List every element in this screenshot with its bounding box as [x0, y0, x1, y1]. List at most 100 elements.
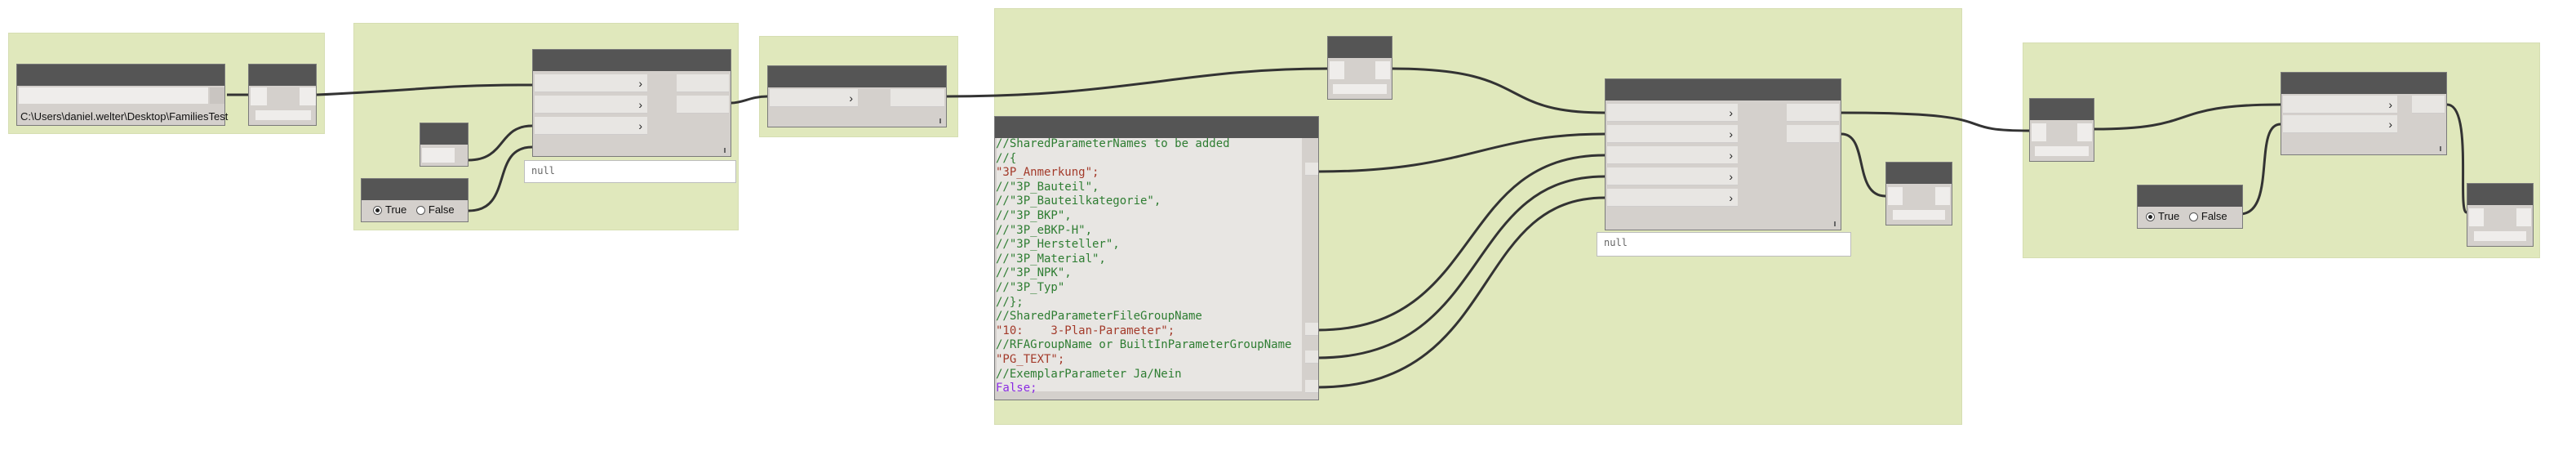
port-area [2077, 123, 2092, 141]
input-port-2[interactable]: › [2283, 115, 2397, 133]
wire-list-to-filter [731, 95, 768, 105]
chevron-right-icon: › [1729, 106, 1733, 119]
resize-grip-icon[interactable] [724, 148, 726, 153]
node-header [1606, 79, 1841, 100]
wire-node-to-list [316, 83, 533, 96]
code-line: //"3P_BKP", [996, 208, 1072, 222]
code-line: //"3P_Hersteller", [996, 238, 1120, 252]
resize-grip-icon[interactable] [1834, 221, 1836, 226]
radio-false-label: False [2201, 210, 2227, 222]
output-node-b[interactable] [2467, 183, 2534, 247]
port-area [2032, 123, 2046, 141]
chevron-right-icon: › [1729, 191, 1733, 204]
combine-node[interactable]: › › [2281, 72, 2447, 155]
code-line: //"3P_Bauteil", [996, 180, 1099, 194]
chevron-right-icon: › [1729, 127, 1733, 141]
port-area [1333, 84, 1387, 94]
port-area [210, 87, 224, 104]
port-area [2474, 231, 2526, 241]
code-line: "10: 3-Plan-Parameter"; [996, 324, 1175, 337]
wire-code-3-to-main [1317, 175, 1606, 359]
chevron-right-icon: › [1729, 170, 1733, 183]
input-port-3[interactable]: › [1607, 146, 1738, 164]
small-node[interactable] [248, 64, 317, 126]
wire-main-to-output [1841, 111, 2030, 132]
code-line: //RFAGroupName or BuiltInParameterGroupN… [996, 338, 1292, 352]
wire-node-to-main [1392, 67, 1606, 114]
input-node[interactable] [1327, 36, 1392, 100]
port-area [1893, 210, 1945, 220]
radio-false-label: False [428, 203, 455, 216]
chevron-right-icon: › [2388, 118, 2392, 131]
wire-code-4-to-main [1317, 196, 1606, 389]
output-port-1[interactable] [677, 74, 729, 92]
directory-path-text[interactable]: C:\Users\daniel.welter\Desktop\FamiliesT… [20, 110, 228, 123]
node-header [1328, 37, 1392, 58]
add-shared-parameters-node[interactable]: › › › › › [1605, 78, 1841, 230]
watch-preview: null [524, 160, 736, 183]
node-header [2467, 184, 2533, 205]
wire-code-1-to-main [1317, 132, 1606, 173]
resize-grip-icon[interactable] [2440, 146, 2441, 151]
output-port-2[interactable] [1787, 125, 1839, 143]
port-area [2035, 146, 2089, 156]
port-area [255, 110, 311, 120]
watch-node[interactable] [1885, 162, 1952, 226]
wire-node-to-combine [2094, 103, 2281, 131]
wire-toggle-to-list [468, 145, 533, 212]
code-line: //SharedParameterFileGroupName [996, 310, 1202, 324]
chevron-right-icon: › [849, 92, 853, 105]
input-port-2[interactable]: › [1607, 125, 1738, 143]
node-header [533, 50, 731, 71]
port-area [251, 87, 267, 105]
output-port-1[interactable] [890, 89, 944, 107]
wire-code-2-to-main [1317, 154, 1606, 332]
radio-false-icon[interactable] [415, 206, 425, 216]
wire-main-to-watch [1841, 132, 1886, 198]
watch-preview: null [1597, 232, 1851, 257]
output-port-1[interactable] [2412, 96, 2445, 114]
node-header [2138, 185, 2242, 207]
port-area [1375, 61, 1390, 79]
filter-node[interactable]: › [767, 65, 947, 127]
input-port-2[interactable]: › [535, 96, 647, 114]
chevron-right-icon: › [1729, 149, 1733, 162]
port-area [2469, 208, 2484, 226]
node-header [17, 65, 224, 86]
boolean-toggle-node[interactable]: True False [2137, 185, 2243, 229]
code-line: //"3P_Bauteilkategorie", [996, 194, 1161, 208]
boolean-options[interactable]: True False [2146, 210, 2227, 222]
node-header [2281, 73, 2446, 94]
radio-true-label: True [2158, 210, 2180, 222]
port-area [1330, 61, 1344, 79]
node-header [362, 179, 468, 200]
node-header [2030, 99, 2094, 120]
code-text[interactable]: //SharedParameterNames to be added//{"3P… [996, 137, 1309, 395]
input-port-1[interactable]: › [770, 89, 858, 107]
input-port-1[interactable]: › [2283, 96, 2397, 114]
port-area [2516, 208, 2531, 226]
input-port-5[interactable]: › [1607, 189, 1738, 207]
node-header [249, 65, 316, 86]
output-node-a[interactable] [2029, 98, 2094, 162]
output-port-2[interactable] [677, 96, 729, 114]
radio-false-icon[interactable] [2188, 212, 2198, 222]
radio-true-icon[interactable] [373, 206, 382, 216]
input-port-3[interactable]: › [535, 117, 647, 135]
boolean-options[interactable]: True False [373, 203, 455, 216]
list-create-node[interactable]: › › › [532, 49, 731, 157]
radio-true-icon[interactable] [2146, 212, 2155, 222]
chevron-right-icon: › [638, 119, 642, 132]
wire-toggle-to-combine [2239, 123, 2281, 216]
input-port-1[interactable]: › [535, 74, 647, 92]
directory-path-node[interactable]: C:\Users\daniel.welter\Desktop\FamiliesT… [16, 64, 228, 126]
code-line: //"3P_Material", [996, 252, 1106, 266]
input-port-1[interactable]: › [1607, 104, 1738, 122]
code-line: "3P_Anmerkung"; [996, 166, 1099, 180]
output-port-1[interactable] [1787, 104, 1839, 122]
resize-grip-icon[interactable] [939, 118, 941, 123]
code-line: //SharedParameterNames to be added [996, 137, 1230, 150]
number-node[interactable] [420, 123, 469, 167]
boolean-toggle-node[interactable]: True False [361, 178, 469, 222]
input-port-4[interactable]: › [1607, 167, 1738, 185]
